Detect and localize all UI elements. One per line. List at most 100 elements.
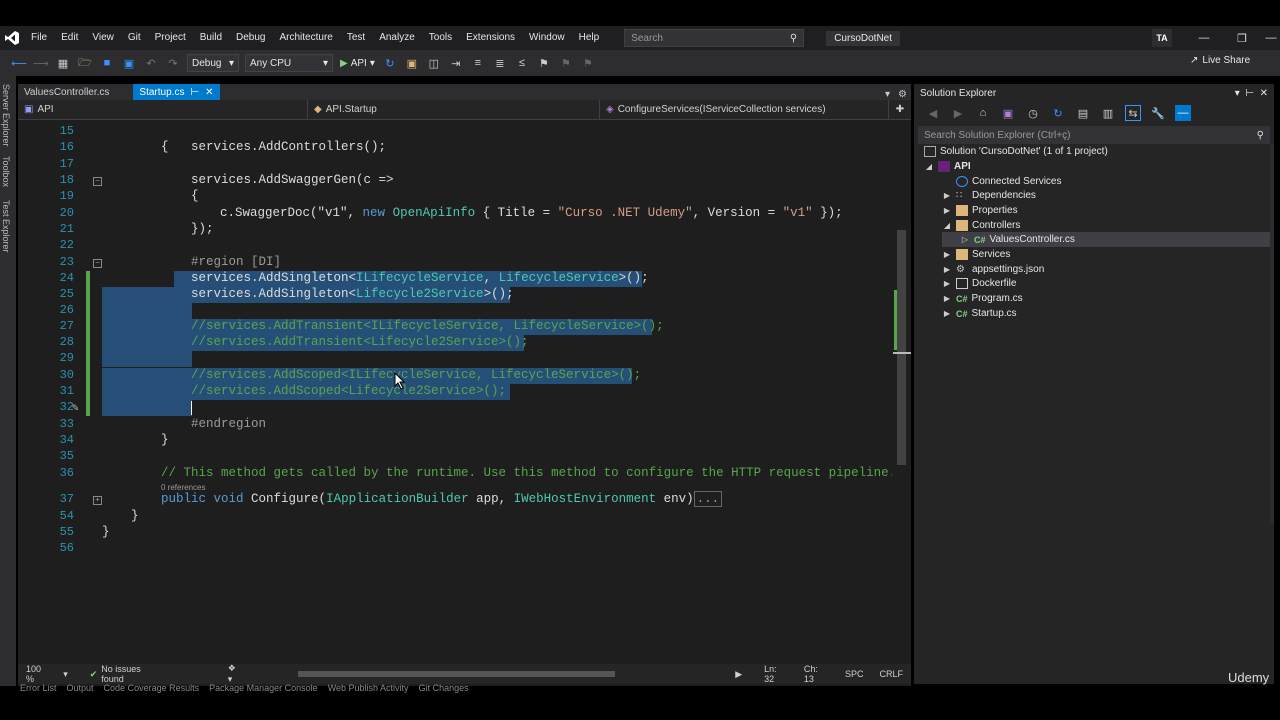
collapsed-arrow-icon[interactable]: ▶: [942, 206, 952, 215]
close-window-icon[interactable]: —: [1262, 26, 1280, 50]
menu-view[interactable]: View: [85, 26, 121, 50]
navigate-back-icon[interactable]: ⟵: [11, 55, 27, 71]
tree-services[interactable]: ▶ Services: [942, 247, 1010, 262]
brush-icon[interactable]: ❖ ▾: [220, 663, 250, 685]
refresh-icon[interactable]: ↻: [382, 55, 398, 71]
pin-icon[interactable]: ⊢: [1245, 88, 1254, 99]
maximize-icon[interactable]: ❐: [1224, 26, 1260, 50]
class-dropdown[interactable]: ◆ API.Startup: [308, 100, 600, 119]
format-icon[interactable]: ≡: [470, 55, 486, 71]
sync-icon[interactable]: ↻: [1050, 105, 1066, 121]
server-explorer-tab[interactable]: Server Explorer: [1, 84, 11, 147]
undo-icon[interactable]: ↶: [143, 55, 159, 71]
collapsed-arrow-icon[interactable]: ▶: [942, 265, 952, 274]
split-icon[interactable]: ✚: [889, 104, 911, 115]
forward-icon[interactable]: ▶: [950, 105, 966, 121]
menu-git[interactable]: Git: [121, 26, 148, 50]
switch-views-icon[interactable]: ▣: [1000, 105, 1016, 121]
tree-controllers[interactable]: ◢ Controllers: [942, 218, 1020, 233]
collapsed-arrow-icon[interactable]: ▶: [942, 191, 952, 200]
editor-vertical-scrollbar[interactable]: [893, 120, 911, 665]
tree-startup[interactable]: ▶ C# Startup.cs: [942, 306, 1017, 321]
bookmark-icon[interactable]: ⚑: [536, 55, 552, 71]
toolbox-tab[interactable]: Toolbox: [1, 156, 11, 187]
menu-window[interactable]: Window: [522, 26, 572, 50]
fold-toggle-icon[interactable]: +: [93, 496, 102, 505]
history-icon[interactable]: ◷: [1025, 105, 1041, 121]
user-avatar[interactable]: TA: [1152, 29, 1172, 47]
tree-program[interactable]: ▶ C# Program.cs: [942, 291, 1023, 306]
open-folder-icon[interactable]: 🗁: [77, 55, 93, 71]
tab-overflow-icon[interactable]: ▾: [881, 89, 894, 100]
menu-help[interactable]: Help: [572, 26, 607, 50]
save-all-icon[interactable]: ▣: [121, 55, 137, 71]
scroll-thumb[interactable]: [897, 230, 906, 465]
menu-build[interactable]: Build: [193, 26, 229, 50]
tree-dockerfile[interactable]: ▶ Dockerfile: [942, 276, 1016, 291]
menu-analyze[interactable]: Analyze: [372, 26, 422, 50]
expanded-arrow-icon[interactable]: ◢: [924, 162, 934, 171]
navigate-forward-icon[interactable]: ⟶: [33, 55, 49, 71]
menu-file[interactable]: File: [24, 26, 54, 50]
minimize-icon[interactable]: —: [1186, 26, 1222, 50]
save-icon[interactable]: ■: [99, 55, 115, 71]
uncomment-icon[interactable]: ≤: [514, 55, 530, 71]
collapsed-arrow-icon[interactable]: ▶: [942, 294, 952, 303]
settings-icon[interactable]: ⚙: [894, 89, 911, 100]
codelens-references[interactable]: 0 references: [161, 483, 205, 492]
back-icon[interactable]: ◀: [925, 105, 941, 121]
fold-toggle-icon[interactable]: −: [93, 177, 102, 186]
tab-valuescontroller[interactable]: ValuesController.cs: [18, 84, 115, 100]
close-icon[interactable]: ✕: [1260, 88, 1268, 99]
collapsed-arrow-icon[interactable]: ▷: [960, 235, 970, 244]
fold-toggle-icon[interactable]: −: [93, 259, 102, 268]
expanded-arrow-icon[interactable]: ◢: [942, 221, 952, 230]
redo-icon[interactable]: ↷: [165, 55, 181, 71]
collapsed-arrow-icon[interactable]: ▶: [942, 250, 952, 259]
tab-output[interactable]: Output: [67, 683, 94, 693]
tab-package-manager-console[interactable]: Package Manager Console: [209, 683, 318, 693]
search-input[interactable]: Search ⚲: [624, 29, 805, 47]
tab-git-changes[interactable]: Git Changes: [419, 683, 469, 693]
solution-search-input[interactable]: Search Solution Explorer (Ctrl+ç) ⚲: [918, 126, 1270, 144]
track-active-item-icon[interactable]: ⇆: [1125, 105, 1141, 121]
show-all-files-icon[interactable]: ▥: [1100, 105, 1116, 121]
code-area[interactable]: 15 16 17 18 19 20 21 22 23 24 25 26 27 2…: [34, 122, 892, 662]
browser-icon[interactable]: ◫: [426, 55, 442, 71]
tree-connected-services[interactable]: Connected Services: [942, 174, 1062, 189]
tree-dependencies[interactable]: ▶ ∷ Dependencies: [942, 188, 1036, 203]
collapse-all-icon[interactable]: ▤: [1075, 105, 1091, 121]
issues-indicator[interactable]: ✔ No issues found: [82, 664, 170, 684]
menu-debug[interactable]: Debug: [229, 26, 272, 50]
project-dropdown[interactable]: ▣ API: [18, 100, 308, 119]
tree-appsettings[interactable]: ▶ ⚙ appsettings.json: [942, 262, 1044, 277]
menu-project[interactable]: Project: [148, 26, 193, 50]
tree-project-api[interactable]: ◢ API: [924, 159, 971, 174]
menu-extensions[interactable]: Extensions: [459, 26, 522, 50]
test-explorer-tab[interactable]: Test Explorer: [1, 200, 11, 253]
solution-scrollbar[interactable]: [1270, 144, 1274, 524]
pin-icon[interactable]: ⊢: [190, 87, 199, 98]
new-project-icon[interactable]: ▦: [55, 55, 71, 71]
step-icon[interactable]: ⇥: [448, 55, 464, 71]
configuration-select[interactable]: Debug ▾: [187, 54, 239, 72]
tab-error-list[interactable]: Error List: [20, 683, 57, 693]
horizontal-scroll-thumb[interactable]: [298, 671, 616, 677]
dropdown-icon[interactable]: ▾: [1235, 88, 1240, 99]
close-icon[interactable]: ✕: [205, 87, 213, 98]
collapsed-arrow-icon[interactable]: ▶: [942, 279, 952, 288]
tree-valuescontroller[interactable]: ▷ C# ValuesController.cs: [942, 232, 1272, 247]
home-icon[interactable]: ⌂: [975, 105, 991, 121]
zoom-select[interactable]: 100 % ▾: [18, 664, 76, 684]
menu-architecture[interactable]: Architecture: [272, 26, 339, 50]
live-share-button[interactable]: ↗ Live Share: [1190, 55, 1250, 66]
bookmark-next-icon[interactable]: ⚑: [580, 55, 596, 71]
tree-properties[interactable]: ▶ Properties: [942, 203, 1018, 218]
bookmark-prev-icon[interactable]: ⚑: [558, 55, 574, 71]
member-dropdown[interactable]: ◈ ConfigureServices(IServiceCollection s…: [600, 100, 889, 119]
properties-icon[interactable]: 🔧: [1150, 105, 1166, 121]
tab-startup[interactable]: Startup.cs ⊢ ✕: [133, 84, 220, 100]
start-debugging-button[interactable]: ▶ API ▾: [340, 58, 375, 69]
tree-solution[interactable]: Solution 'CursoDotNet' (1 of 1 project): [924, 144, 1108, 159]
menu-tools[interactable]: Tools: [422, 26, 459, 50]
